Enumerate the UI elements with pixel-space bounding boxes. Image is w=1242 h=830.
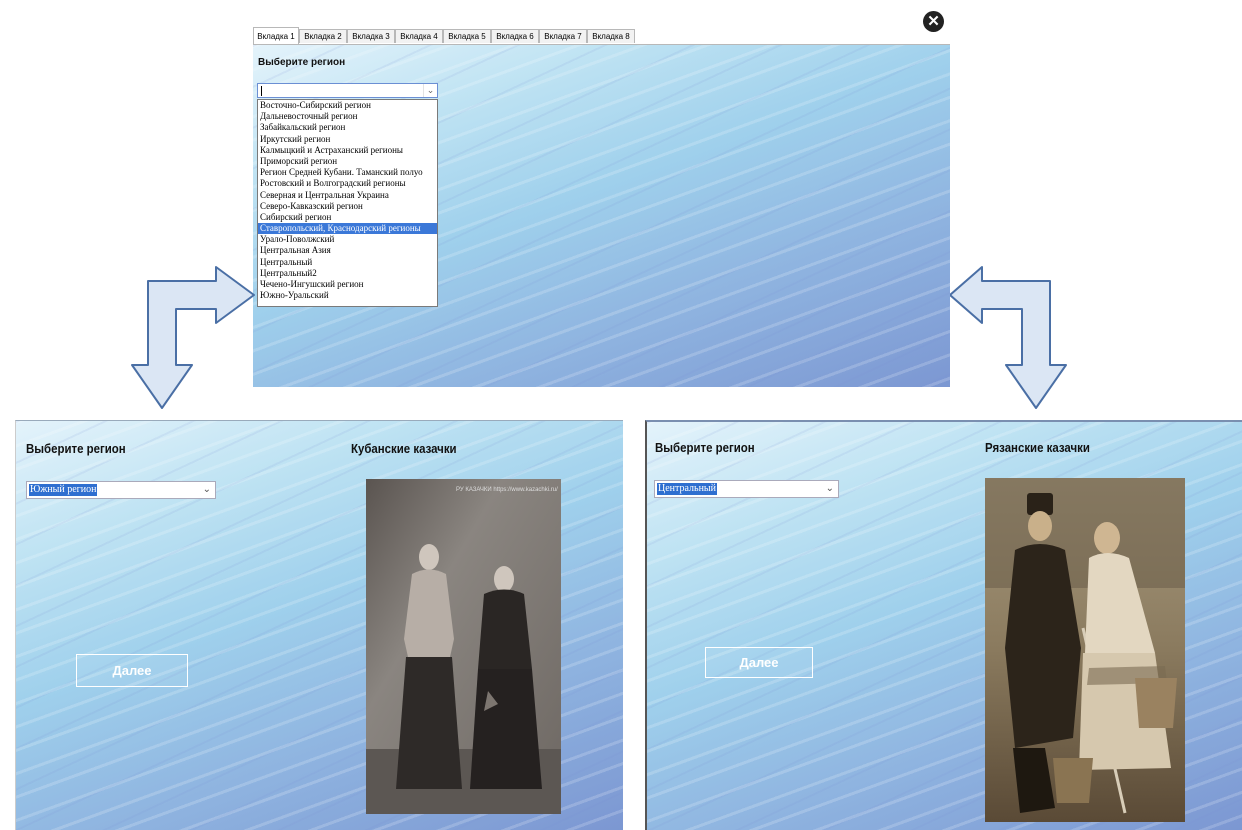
region-option[interactable]: Регион Средней Кубани. Таманский полуо xyxy=(258,167,437,178)
region-option[interactable]: Приморский регион xyxy=(258,156,437,167)
chevron-down-icon[interactable]: ⌄ xyxy=(826,483,834,494)
region-dropdown-list: Восточно-Сибирский регион Дальневосточный… xyxy=(257,99,438,307)
right-arrow-icon xyxy=(950,266,1067,409)
page-title: Выберите регион xyxy=(258,57,346,68)
left-photo-title: Кубанские казачки xyxy=(351,441,457,456)
region-option[interactable]: Сибирский регион xyxy=(258,212,437,223)
tab-2[interactable]: Вкладка 2 xyxy=(299,29,347,43)
photo-watermark: РУ КАЗАЧКИ https://www.kazachki.ru/ xyxy=(456,487,558,493)
left-arrow-icon xyxy=(131,266,255,409)
tab-bar: Вкладка 1 Вкладка 2 Вкладка 3 Вкладка 4 … xyxy=(253,10,950,44)
region-option[interactable]: Центральный2 xyxy=(258,268,437,279)
region-option[interactable]: Северо-Кавказский регион xyxy=(258,201,437,212)
tab-8[interactable]: Вкладка 8 xyxy=(587,29,635,43)
cossack-women-photo: РУ КАЗАЧКИ https://www.kazachki.ru/ xyxy=(366,479,561,814)
text-caret xyxy=(261,86,262,96)
left-region-select-value: Южный регион xyxy=(29,484,98,496)
region-option[interactable]: Ставропольский, Краснодарский регионы xyxy=(258,223,437,235)
left-panel: Выберите регион Южный регион ⌄ Далее Куб… xyxy=(15,420,623,830)
region-option[interactable]: Дальневосточный регион xyxy=(258,111,437,122)
region-option[interactable]: Северная и Центральная Украина xyxy=(258,190,437,201)
region-option[interactable]: Восточно-Сибирский регион xyxy=(258,100,437,111)
right-region-select-value: Центральный xyxy=(657,483,718,495)
region-option[interactable]: Центральный xyxy=(258,257,437,268)
tab-5[interactable]: Вкладка 5 xyxy=(443,29,491,43)
close-icon[interactable]: ✕ xyxy=(923,11,944,32)
region-option[interactable]: Ростовский и Волгоградский регионы xyxy=(258,178,437,189)
tab-7[interactable]: Вкладка 7 xyxy=(539,29,587,43)
right-photo-title: Рязанские казачки xyxy=(985,440,1090,455)
tab-6[interactable]: Вкладка 6 xyxy=(491,29,539,43)
right-panel-heading: Выберите регион xyxy=(655,440,755,455)
region-option[interactable]: Чечено-Ингушский регион xyxy=(258,279,437,290)
region-select[interactable]: ⌄ xyxy=(257,83,438,98)
region-option[interactable]: Иркутский регион xyxy=(258,134,437,145)
chevron-down-icon[interactable]: ⌄ xyxy=(423,84,437,97)
right-region-select[interactable]: Центральный ⌄ xyxy=(654,480,839,498)
region-option[interactable]: Южно-Уральский xyxy=(258,290,437,301)
tab-1[interactable]: Вкладка 1 xyxy=(253,27,299,44)
next-button[interactable]: Далее xyxy=(76,654,188,687)
tab-4[interactable]: Вкладка 4 xyxy=(395,29,443,43)
next-button[interactable]: Далее xyxy=(705,647,813,678)
tab-content: Выберите регион ⌄ Восточно-Сибирский рег… xyxy=(253,44,950,387)
left-region-select[interactable]: Южный регион ⌄ xyxy=(26,481,216,499)
region-option[interactable]: Забайкальский регион xyxy=(258,122,437,133)
top-window: Вкладка 1 Вкладка 2 Вкладка 3 Вкладка 4 … xyxy=(253,10,950,387)
left-panel-heading: Выберите регион xyxy=(26,441,126,456)
region-option[interactable]: Калмыцкий и Астраханский регионы xyxy=(258,145,437,156)
cossack-couple-photo xyxy=(985,478,1185,822)
region-option[interactable]: Урало-Поволжский xyxy=(258,234,437,245)
region-option[interactable]: Центральная Азия xyxy=(258,245,437,256)
right-panel: Выберите регион Центральный ⌄ Далее Ряза… xyxy=(645,420,1242,830)
chevron-down-icon[interactable]: ⌄ xyxy=(203,484,211,495)
tab-3[interactable]: Вкладка 3 xyxy=(347,29,395,43)
